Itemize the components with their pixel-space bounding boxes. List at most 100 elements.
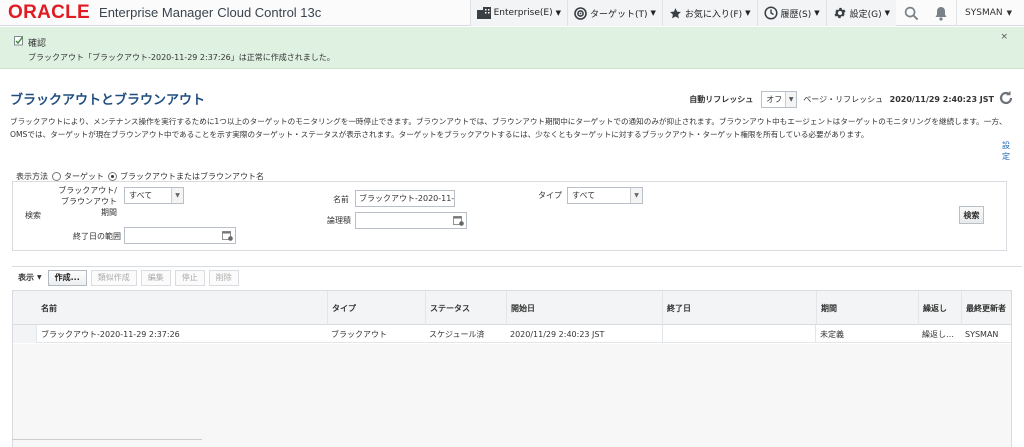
- chevron-down-icon: ▼: [745, 9, 751, 17]
- search-panel: 検索 ブラックアウト/ブラウンアウト期間 すべて ▼ 終了日の範囲 名前 ブラッ…: [12, 181, 1007, 251]
- history-icon: [763, 6, 778, 20]
- name-field[interactable]: ブラックアウト-2020-11-29 2:37:26: [355, 190, 455, 207]
- close-icon[interactable]: ×: [1000, 32, 1008, 42]
- logical-and-input[interactable]: [355, 212, 467, 229]
- chevron-down-icon: ▼: [171, 188, 183, 203]
- column-header-end-date[interactable]: 終了日: [662, 291, 816, 325]
- column-header-last-updated-by[interactable]: 最終更新者: [961, 291, 1011, 325]
- search-button[interactable]: 検索: [959, 206, 984, 224]
- menu-history[interactable]: 履歴(S) ▼: [756, 0, 826, 26]
- star-icon: [669, 7, 682, 20]
- table-header: 名前 タイプ ステータス 開始日 終了日 期間 繰返し 最終更新者: [13, 291, 1011, 325]
- blackout-type-label: ブラックアウト/ブラウンアウト期間: [58, 186, 117, 217]
- chevron-down-icon: ▼: [37, 274, 42, 281]
- create-button[interactable]: 作成...: [47, 269, 87, 286]
- confirmation-title-text: 確認: [28, 38, 47, 49]
- search-section-label: 検索: [25, 211, 41, 220]
- column-header-status[interactable]: ステータス: [425, 291, 506, 325]
- header-menus: Enterprise(E) ▼ ターゲット(T) ▼ お気に入り(F) ▼ 履歴…: [469, 0, 1024, 26]
- menu-enterprise-label: Enterprise(E): [493, 8, 553, 18]
- bottom-divider: [12, 439, 202, 447]
- chevron-down-icon: ▼: [785, 91, 797, 107]
- menu-enterprise[interactable]: Enterprise(E) ▼: [469, 0, 567, 26]
- cell-type: ブラックアウト: [331, 329, 387, 339]
- page-title: ブラックアウトとブラウンアウト: [10, 93, 206, 108]
- end-date-input[interactable]: [124, 227, 236, 244]
- menu-targets-label: ターゲット(T): [589, 9, 648, 20]
- column-header-name[interactable]: 名前: [37, 291, 327, 325]
- chevron-down-icon: ▼: [1006, 9, 1012, 17]
- confirmation-message: ブラックアウト「ブラックアウト-2020-11-29 2:37:26」は正常に作…: [28, 53, 335, 62]
- cell-name: ブラックアウト-2020-11-29 2:37:26: [41, 329, 180, 339]
- global-header: ORACLE Enterprise Manager Cloud Control …: [0, 0, 1024, 26]
- cell-repeat: 繰返し…: [922, 329, 954, 339]
- menu-history-label: 履歴(S): [780, 9, 812, 20]
- chevron-down-icon: ▼: [555, 9, 561, 17]
- gear-icon: [833, 6, 847, 20]
- check-pencil-icon: [14, 35, 25, 49]
- name-label: 名前: [333, 195, 349, 204]
- blackout-type-value: すべて: [129, 191, 153, 200]
- page-refresh-info: ページ・リフレッシュ 2020/11/29 2:40:23 JST: [803, 94, 994, 105]
- cell-start-date: 2020/11/29 2:40:23 JST: [510, 329, 605, 339]
- settings-link[interactable]: 設定: [1000, 140, 1012, 162]
- edit-button[interactable]: 編集: [140, 269, 171, 286]
- chevron-down-icon: ▼: [630, 188, 642, 203]
- bell-icon[interactable]: [926, 0, 956, 26]
- calendar-icon[interactable]: [453, 215, 464, 228]
- page-description: ブラックアウトにより、メンテナンス操作を実行するために1つ以上のターゲットのモニ…: [10, 117, 1007, 139]
- view-menu[interactable]: 表示 ▼: [18, 272, 42, 283]
- cell-status: スケジュール済: [429, 329, 485, 339]
- brand: ORACLE Enterprise Manager Cloud Control …: [0, 3, 321, 22]
- chevron-down-icon: ▼: [814, 9, 820, 17]
- blackout-type-select[interactable]: すべて ▼: [124, 187, 184, 204]
- type-label: タイプ: [538, 191, 562, 200]
- column-header-type[interactable]: タイプ: [327, 291, 425, 325]
- confirmation-banner: 確認 ブラックアウト「ブラックアウト-2020-11-29 2:37:26」は正…: [0, 27, 1024, 69]
- auto-refresh-label: 自動リフレッシュ: [689, 94, 754, 104]
- menu-setup-label: 設定(G): [849, 9, 882, 20]
- end-date-label: 終了日の範囲: [73, 232, 121, 241]
- table-toolbar: 表示 ▼ 作成... 類似作成 編集 停止 削除: [12, 266, 1022, 288]
- blackouts-table: 名前 タイプ ステータス 開始日 終了日 期間 繰返し 最終更新者 ブラックアウ…: [12, 290, 1012, 447]
- menu-setup[interactable]: 設定(G) ▼: [825, 0, 897, 26]
- menu-targets[interactable]: ターゲット(T) ▼: [566, 0, 662, 26]
- stop-button[interactable]: 停止: [174, 269, 205, 286]
- search-icon[interactable]: [896, 0, 926, 26]
- radio-target[interactable]: [52, 172, 61, 181]
- cell-end-date: [662, 325, 816, 343]
- auto-refresh-value: オフ: [766, 94, 783, 104]
- type-select[interactable]: すべて ▼: [567, 187, 643, 204]
- menu-favorites-label: お気に入り(F): [684, 9, 743, 20]
- chevron-down-icon: ▼: [650, 9, 656, 17]
- user-menu[interactable]: SYSMAN ▼: [956, 0, 1024, 26]
- create-like-button[interactable]: 類似作成: [90, 269, 137, 286]
- product-name: Enterprise Manager: [99, 5, 214, 20]
- chevron-down-icon: ▼: [884, 9, 891, 17]
- column-header-start-date[interactable]: 開始日: [506, 291, 662, 325]
- table-empty-area: [13, 344, 1011, 447]
- refresh-area: 自動リフレッシュ オフ ▼ ページ・リフレッシュ 2020/11/29 2:40…: [689, 90, 1014, 108]
- refresh-icon[interactable]: [998, 90, 1014, 108]
- table-row[interactable]: ブラックアウト-2020-11-29 2:37:26 ブラックアウト スケジュー…: [13, 325, 1011, 343]
- oracle-logo: ORACLE: [8, 2, 91, 23]
- name-value: ブラックアウト-2020-11-29 2:37:26: [359, 194, 455, 203]
- page-refresh-label: ページ・リフレッシュ: [803, 94, 884, 104]
- enterprise-icon: [476, 7, 491, 19]
- menu-favorites[interactable]: お気に入り(F) ▼: [661, 0, 757, 26]
- column-header-duration[interactable]: 期間: [816, 291, 918, 325]
- target-icon: [574, 6, 587, 20]
- row-selector[interactable]: [13, 325, 37, 343]
- header-select-cell: [13, 291, 37, 325]
- delete-button[interactable]: 削除: [208, 269, 239, 286]
- column-header-repeat[interactable]: 繰返し: [918, 291, 961, 325]
- auto-refresh-select[interactable]: オフ ▼: [761, 90, 798, 108]
- page-refresh-time: 2020/11/29 2:40:23 JST: [889, 94, 994, 104]
- cell-duration: 未定義: [820, 329, 844, 339]
- logical-and-label: 論理積: [327, 216, 351, 225]
- product-version: Cloud Control 13c: [217, 5, 322, 20]
- calendar-icon[interactable]: [222, 230, 233, 243]
- user-name: SYSMAN: [965, 8, 1003, 18]
- radio-blackout-name[interactable]: [108, 172, 117, 181]
- confirmation-title: 確認: [14, 35, 46, 49]
